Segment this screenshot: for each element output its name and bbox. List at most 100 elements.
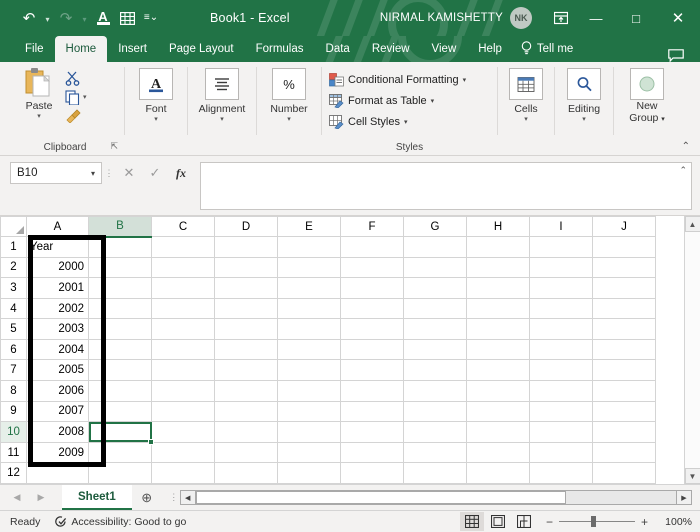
cell-j10[interactable] <box>592 421 656 443</box>
cell-c10[interactable] <box>151 421 215 443</box>
horizontal-scroll-grip[interactable]: ⋮ <box>168 492 180 503</box>
cell-h3[interactable] <box>466 277 530 299</box>
cell-d2[interactable] <box>214 256 278 279</box>
cell-styles-caret-icon[interactable]: ▾ <box>404 118 408 126</box>
page-layout-view-button[interactable] <box>486 512 510 531</box>
cell-i6[interactable] <box>529 338 593 361</box>
cell-g4[interactable] <box>403 297 467 320</box>
cell-f8[interactable] <box>340 380 404 402</box>
cell-i7[interactable] <box>529 359 593 382</box>
cell-h9[interactable] <box>466 400 530 423</box>
paste-caret-icon[interactable]: ▾ <box>37 113 41 121</box>
format-as-table-caret-icon[interactable]: ▾ <box>431 97 435 105</box>
cell-d5[interactable] <box>214 318 278 340</box>
hscroll-right-button[interactable]: ▶ <box>676 490 692 505</box>
zoom-slider-track[interactable] <box>558 516 635 527</box>
format-painter-button[interactable] <box>65 107 87 125</box>
cell-d3[interactable] <box>214 277 278 299</box>
accessibility-status[interactable]: Accessibility: Good to go <box>54 515 186 528</box>
cell-f7[interactable] <box>340 359 404 382</box>
cell-i9[interactable] <box>529 400 593 423</box>
account-name[interactable]: NIRMAL KAMISHETTY <box>380 12 503 24</box>
cell-i5[interactable] <box>529 318 593 340</box>
cell-a3[interactable]: 2001 <box>26 277 89 299</box>
cell-d1[interactable] <box>214 236 278 258</box>
previous-sheet-button[interactable]: ◀ <box>6 487 28 509</box>
column-header-e[interactable]: E <box>277 216 341 237</box>
cell-e4[interactable] <box>277 297 341 320</box>
clipboard-dialog-launcher-icon[interactable]: ⇱ <box>110 141 118 152</box>
customize-quick-access-toolbar-icon[interactable]: ≡⌄ <box>140 6 162 30</box>
insert-function-button[interactable]: fx <box>168 162 194 184</box>
column-header-b[interactable]: B <box>88 216 152 238</box>
conditional-formatting-caret-icon[interactable]: ▾ <box>463 76 467 84</box>
cell-e12[interactable] <box>277 462 341 484</box>
row-header-8[interactable]: 8 <box>0 380 27 402</box>
cell-styles-button[interactable]: Cell Styles ▾ <box>329 112 466 131</box>
new-group-button[interactable]: New Group ▾ <box>621 65 673 126</box>
cell-c6[interactable] <box>151 338 215 361</box>
zoom-slider[interactable]: − + <box>546 515 648 529</box>
cell-a12[interactable] <box>26 462 89 484</box>
vertical-scroll-track[interactable] <box>684 232 700 468</box>
cell-j6[interactable] <box>592 338 656 361</box>
cell-d8[interactable] <box>214 380 278 402</box>
cell-c9[interactable] <box>151 400 215 423</box>
paste-button[interactable]: Paste ▾ <box>13 65 65 121</box>
cell-h10[interactable] <box>466 421 530 443</box>
cell-i2[interactable] <box>529 256 593 279</box>
font-group-button[interactable]: A Font ▾ <box>132 65 180 124</box>
column-header-j[interactable]: J <box>592 216 656 237</box>
cell-d7[interactable] <box>214 359 278 382</box>
undo-dropdown-caret-icon[interactable]: ▾ <box>42 6 53 30</box>
next-sheet-button[interactable]: ▶ <box>30 487 52 509</box>
cell-d9[interactable] <box>214 400 278 423</box>
cell-b3[interactable] <box>88 277 152 299</box>
cell-h4[interactable] <box>466 297 530 320</box>
cell-i10[interactable] <box>529 421 593 443</box>
cell-j5[interactable] <box>592 318 656 340</box>
cell-h5[interactable] <box>466 318 530 340</box>
row-header-3[interactable]: 3 <box>0 277 27 299</box>
cell-j12[interactable] <box>592 462 656 484</box>
cell-b5[interactable] <box>88 318 152 340</box>
cell-d4[interactable] <box>214 297 278 320</box>
row-header-11[interactable]: 11 <box>0 441 27 464</box>
conditional-formatting-button[interactable]: Conditional Formatting ▾ <box>329 70 466 89</box>
cell-f9[interactable] <box>340 400 404 423</box>
horizontal-scrollbar[interactable]: ◀ ▶ <box>179 490 692 505</box>
font-color-icon[interactable]: A <box>92 6 114 30</box>
cell-b10[interactable] <box>88 421 154 445</box>
editing-group-button[interactable]: Editing ▾ <box>562 65 606 124</box>
cell-g3[interactable] <box>403 277 467 299</box>
column-header-c[interactable]: C <box>151 216 215 237</box>
zoom-out-button[interactable]: − <box>546 515 553 529</box>
number-caret-icon[interactable]: ▾ <box>287 116 291 124</box>
row-header-9[interactable]: 9 <box>0 400 27 423</box>
cell-h7[interactable] <box>466 359 530 382</box>
tab-insert[interactable]: Insert <box>107 36 158 62</box>
cell-f2[interactable] <box>340 256 404 279</box>
cell-c3[interactable] <box>151 277 215 299</box>
tab-home[interactable]: Home <box>54 36 108 62</box>
cell-c1[interactable] <box>151 236 215 258</box>
column-header-a[interactable]: A <box>26 216 89 237</box>
cell-e10[interactable] <box>277 421 341 443</box>
cell-h1[interactable] <box>466 236 530 258</box>
cell-e5[interactable] <box>277 318 341 340</box>
cell-j9[interactable] <box>592 400 656 423</box>
fill-handle[interactable] <box>148 438 154 445</box>
cell-f10[interactable] <box>340 421 404 443</box>
zoom-level-label[interactable]: 100% <box>658 516 692 528</box>
cell-c7[interactable] <box>151 359 215 382</box>
cells-caret-icon[interactable]: ▾ <box>524 116 528 124</box>
scroll-up-button[interactable]: ▲ <box>684 216 700 232</box>
zoom-in-button[interactable]: + <box>641 515 648 529</box>
cells-group-button[interactable]: Cells ▾ <box>505 65 547 124</box>
cell-e11[interactable] <box>277 441 341 464</box>
cell-j3[interactable] <box>592 277 656 299</box>
cell-b4[interactable] <box>88 297 152 320</box>
cell-c11[interactable] <box>151 441 215 464</box>
cell-f11[interactable] <box>340 441 404 464</box>
cell-j4[interactable] <box>592 297 656 320</box>
